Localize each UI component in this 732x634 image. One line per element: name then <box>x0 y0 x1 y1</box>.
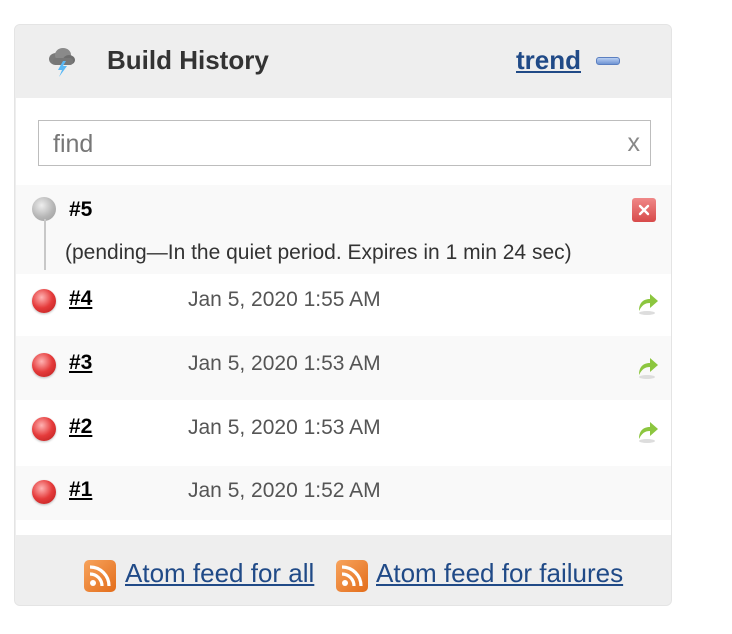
build-row: #1 Jan 5, 2020 1:52 AM <box>16 466 671 520</box>
build-row: #2 Jan 5, 2020 1:53 AM <box>16 400 671 466</box>
red-ball-icon <box>32 480 56 504</box>
build-row: #4 Jan 5, 2020 1:55 AM <box>16 274 671 336</box>
build-date: Jan 5, 2020 1:53 AM <box>188 352 381 375</box>
pending-message: (pending—In the quiet period. Expires in… <box>65 241 572 264</box>
clear-search-button[interactable]: x <box>628 129 641 158</box>
build-date: Jan 5, 2020 1:55 AM <box>188 288 381 311</box>
panel-title: Build History <box>107 45 269 75</box>
grey-ball-icon <box>32 197 56 221</box>
cancel-icon[interactable] <box>632 198 656 222</box>
build-link[interactable]: #3 <box>69 351 92 375</box>
pending-build-row: #5 (pending—In the quiet period. Expires… <box>16 185 671 274</box>
build-history-panel: Build History trend x #5 (pending—In the… <box>14 24 672 606</box>
red-ball-icon <box>32 353 56 377</box>
build-date: Jan 5, 2020 1:53 AM <box>188 416 381 439</box>
build-link[interactable]: #4 <box>69 287 92 311</box>
atom-feed-failures-link[interactable]: Atom feed for failures <box>376 558 623 589</box>
build-date: Jan 5, 2020 1:52 AM <box>188 479 381 502</box>
minus-icon[interactable] <box>596 57 620 65</box>
panel-footer: Atom feed for all Atom feed for failures <box>15 535 671 605</box>
rss-feed-icon[interactable] <box>84 560 116 592</box>
build-number: #5 <box>69 198 93 221</box>
pin-line <box>44 219 46 270</box>
build-row: #3 Jan 5, 2020 1:53 AM <box>16 336 671 400</box>
build-list-container: x #5 (pending—In the quiet period. Expir… <box>16 98 671 535</box>
console-output-icon[interactable] <box>634 354 660 380</box>
build-link[interactable]: #1 <box>69 478 92 502</box>
trend-link[interactable]: trend <box>516 45 581 76</box>
weather-stormy-icon <box>45 45 79 79</box>
console-output-icon[interactable] <box>634 290 660 316</box>
rss-feed-icon[interactable] <box>336 560 368 592</box>
search-box: x <box>38 120 651 166</box>
console-output-icon[interactable] <box>634 418 660 444</box>
red-ball-icon <box>32 417 56 441</box>
atom-feed-all-link[interactable]: Atom feed for all <box>125 558 314 589</box>
build-link[interactable]: #2 <box>69 415 92 439</box>
panel-header: Build History trend <box>15 25 671 98</box>
search-input[interactable] <box>51 127 615 161</box>
red-ball-icon <box>32 289 56 313</box>
